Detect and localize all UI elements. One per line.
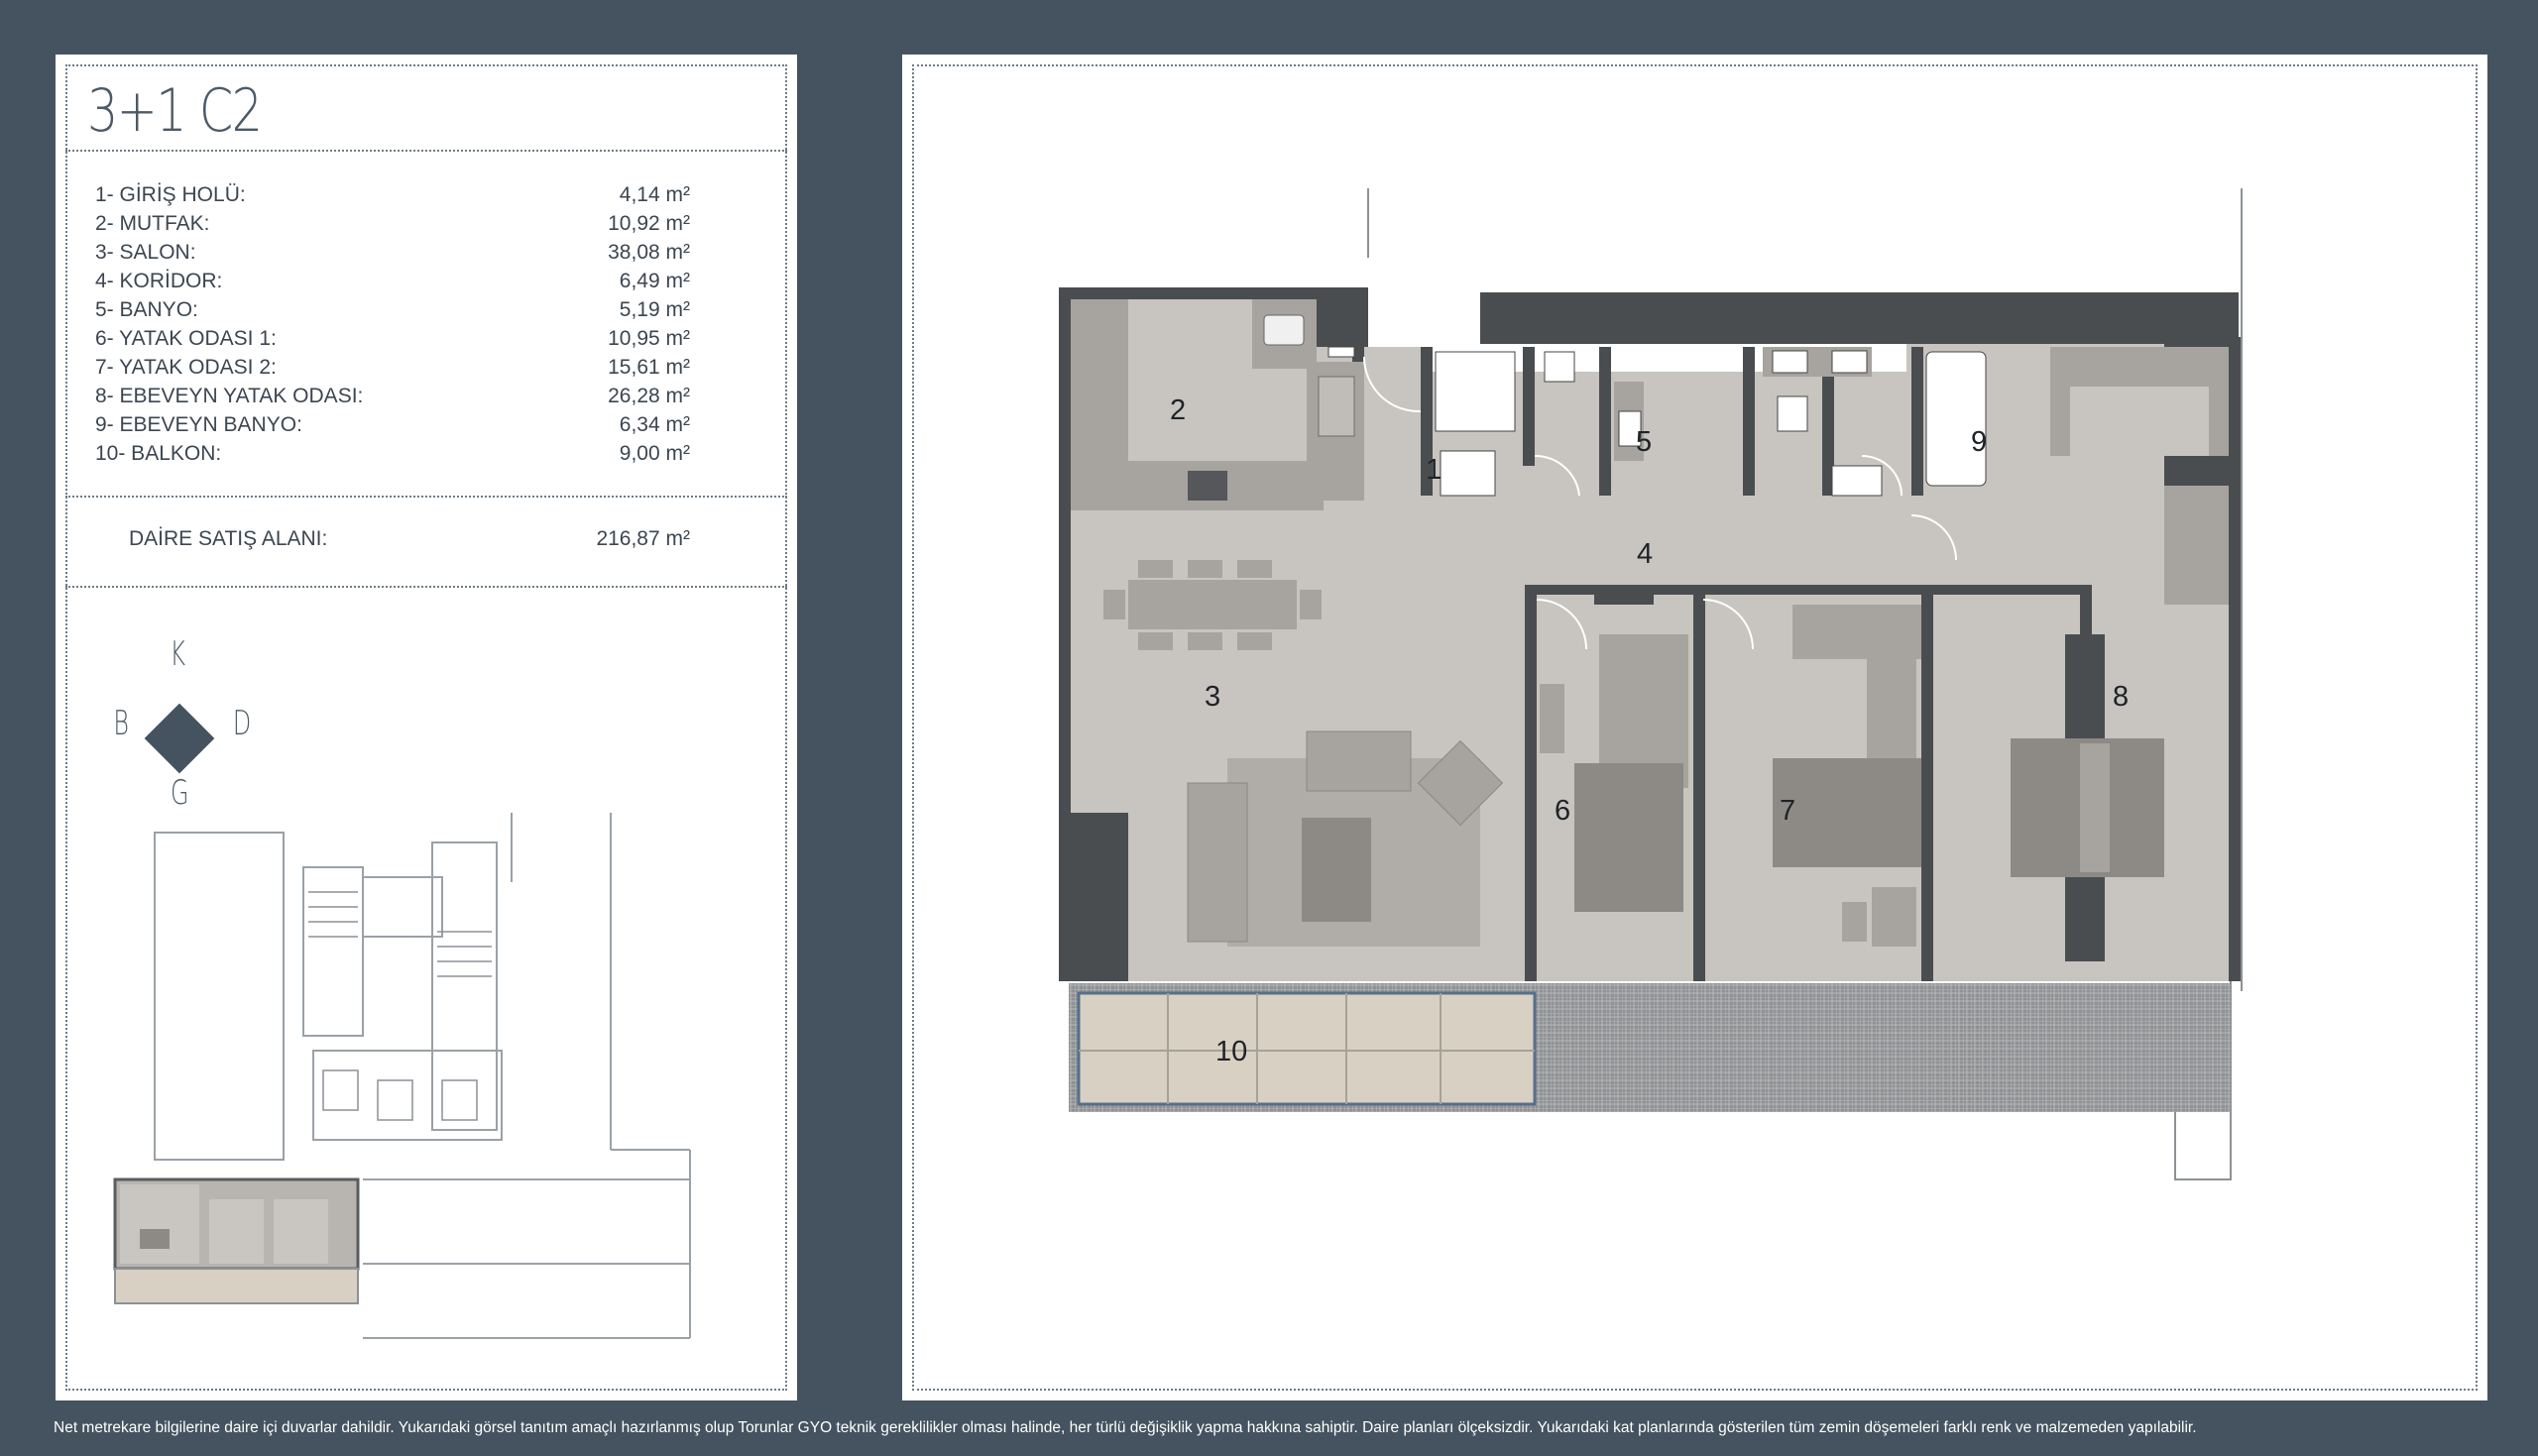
floor-plan: 1 2 3 4 5 6 7 8 9 10 (1059, 188, 2243, 1180)
site-plan (113, 813, 691, 1339)
total-area: DAİRE SATIŞ ALANI: 216,87 m² (129, 527, 690, 551)
area-row: 10- BALKON: 9,00 m² (95, 442, 690, 465)
unit-title: 3+1 C2 (87, 76, 263, 146)
floor-plan-panel: 1 2 3 4 5 6 7 8 9 10 (902, 55, 2487, 1400)
room-number-8: 8 (2113, 681, 2129, 713)
oven (1318, 376, 1355, 437)
total-value: 216,87 m² (596, 527, 690, 550)
room-number-6: 6 (1555, 795, 1570, 827)
area-row: 1- GİRİŞ HOLÜ: 4,14 m² (95, 183, 690, 206)
area-row: 6- YATAK ODASI 1: 10,95 m² (95, 327, 690, 350)
room-number-9: 9 (1971, 426, 1987, 458)
disclaimer-footer: Net metrekare bilgilerine daire içi duva… (54, 1419, 2197, 1436)
room-number-3: 3 (1205, 681, 1220, 713)
room-number-7: 7 (1780, 795, 1795, 827)
compass-west: B (113, 704, 129, 743)
area-row: 5- BANYO: 5,19 m² (95, 298, 690, 321)
room-number-10: 10 (1215, 1036, 1247, 1067)
area-row: 2- MUTFAK: 10,92 m² (95, 212, 690, 235)
divider (65, 150, 787, 152)
area-list: 1- GİRİŞ HOLÜ: 4,14 m² 2- MUTFAK: 10,92 m²… (95, 183, 690, 471)
unit-info-panel: 3+1 C2 1- GİRİŞ HOLÜ: 4,14 m² 2- MUTFAK: 1… (56, 55, 797, 1400)
area-row: 7- YATAK ODASI 2: 15,61 m² (95, 356, 690, 379)
room-number-1: 1 (1426, 454, 1442, 486)
balcony (1077, 991, 1537, 1106)
living-furniture (1187, 730, 1504, 947)
compass-east: D (232, 704, 252, 743)
room-number-2: 2 (1170, 394, 1186, 426)
sink-icon (1263, 314, 1305, 346)
divider (65, 496, 787, 498)
appliance (1327, 346, 1355, 358)
area-row: 8- EBEVEYN YATAK ODASI: 26,28 m² (95, 385, 690, 407)
area-row: 9- EBEVEYN BANYO: 6,34 m² (95, 413, 690, 436)
compass-north: K (170, 634, 185, 674)
room-number-5: 5 (1636, 426, 1652, 458)
divider (65, 586, 787, 588)
area-row: 4- KORİDOR: 6,49 m² (95, 270, 690, 292)
room-number-4: 4 (1637, 538, 1653, 570)
cooktop-icon (1188, 471, 1227, 501)
area-row: 3- SALON: 38,08 m² (95, 241, 690, 264)
total-label: DAİRE SATIŞ ALANI: (129, 527, 328, 550)
